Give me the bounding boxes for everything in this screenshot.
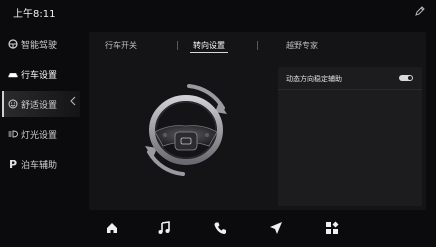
- edit-icon[interactable]: [414, 5, 426, 17]
- sidebar-item-smart-driving[interactable]: 智能驾驶: [8, 34, 74, 54]
- tab-separator: [177, 41, 178, 50]
- phone-icon[interactable]: [212, 220, 228, 236]
- tab-bar: 行车开关 转向设置 越野专家: [89, 32, 426, 57]
- car-icon: [8, 69, 18, 79]
- tab-active-indicator: [190, 52, 228, 53]
- home-icon[interactable]: [104, 220, 120, 236]
- steering-wheel-illustration: [145, 84, 227, 176]
- main-panel: 行车开关 转向设置 越野专家 动态方向稳定辅助: [89, 32, 426, 210]
- dynamic-steering-toggle[interactable]: [399, 75, 413, 81]
- sidebar-item-comfort-settings[interactable]: 舒适设置: [8, 94, 74, 114]
- sidebar-item-label: 行车设置: [21, 70, 58, 81]
- sidebar-item-label: 灯光设置: [21, 130, 58, 141]
- apps-icon[interactable]: [324, 220, 340, 236]
- parking-icon: P: [8, 157, 18, 171]
- sidebar-item-label: 舒适设置: [21, 100, 58, 111]
- toggle-knob: [408, 76, 412, 80]
- tab-steering-settings[interactable]: 转向设置: [193, 40, 225, 51]
- bottom-dock: [0, 210, 436, 247]
- music-icon[interactable]: [156, 220, 172, 236]
- setting-label: 动态方向稳定辅助: [286, 75, 342, 83]
- tab-separator: [257, 41, 258, 50]
- sidebar: 智能驾驶 行车设置 舒适设置 灯光设置 P 泊车辅助: [0, 30, 80, 190]
- navigation-icon[interactable]: [268, 220, 284, 236]
- smiley-icon: [8, 99, 18, 109]
- sidebar-item-parking-assist[interactable]: P 泊车辅助: [8, 154, 74, 174]
- sidebar-item-label: 智能驾驶: [21, 40, 58, 51]
- setting-row-dynamic-steering[interactable]: 动态方向稳定辅助: [278, 67, 422, 90]
- clock: 上午8:11: [13, 9, 56, 20]
- sidebar-item-driving-settings[interactable]: 行车设置: [8, 64, 74, 84]
- sidebar-item-label: 泊车辅助: [21, 160, 58, 171]
- tab-offroad-expert[interactable]: 越野专家: [286, 40, 318, 51]
- light-icon: [8, 129, 18, 139]
- steering-wheel-icon: [8, 39, 18, 49]
- settings-panel: 动态方向稳定辅助: [278, 67, 422, 206]
- tab-driving-switch[interactable]: 行车开关: [105, 40, 137, 51]
- status-bar: 上午8:11: [0, 0, 436, 22]
- sidebar-item-light-settings[interactable]: 灯光设置: [8, 124, 74, 144]
